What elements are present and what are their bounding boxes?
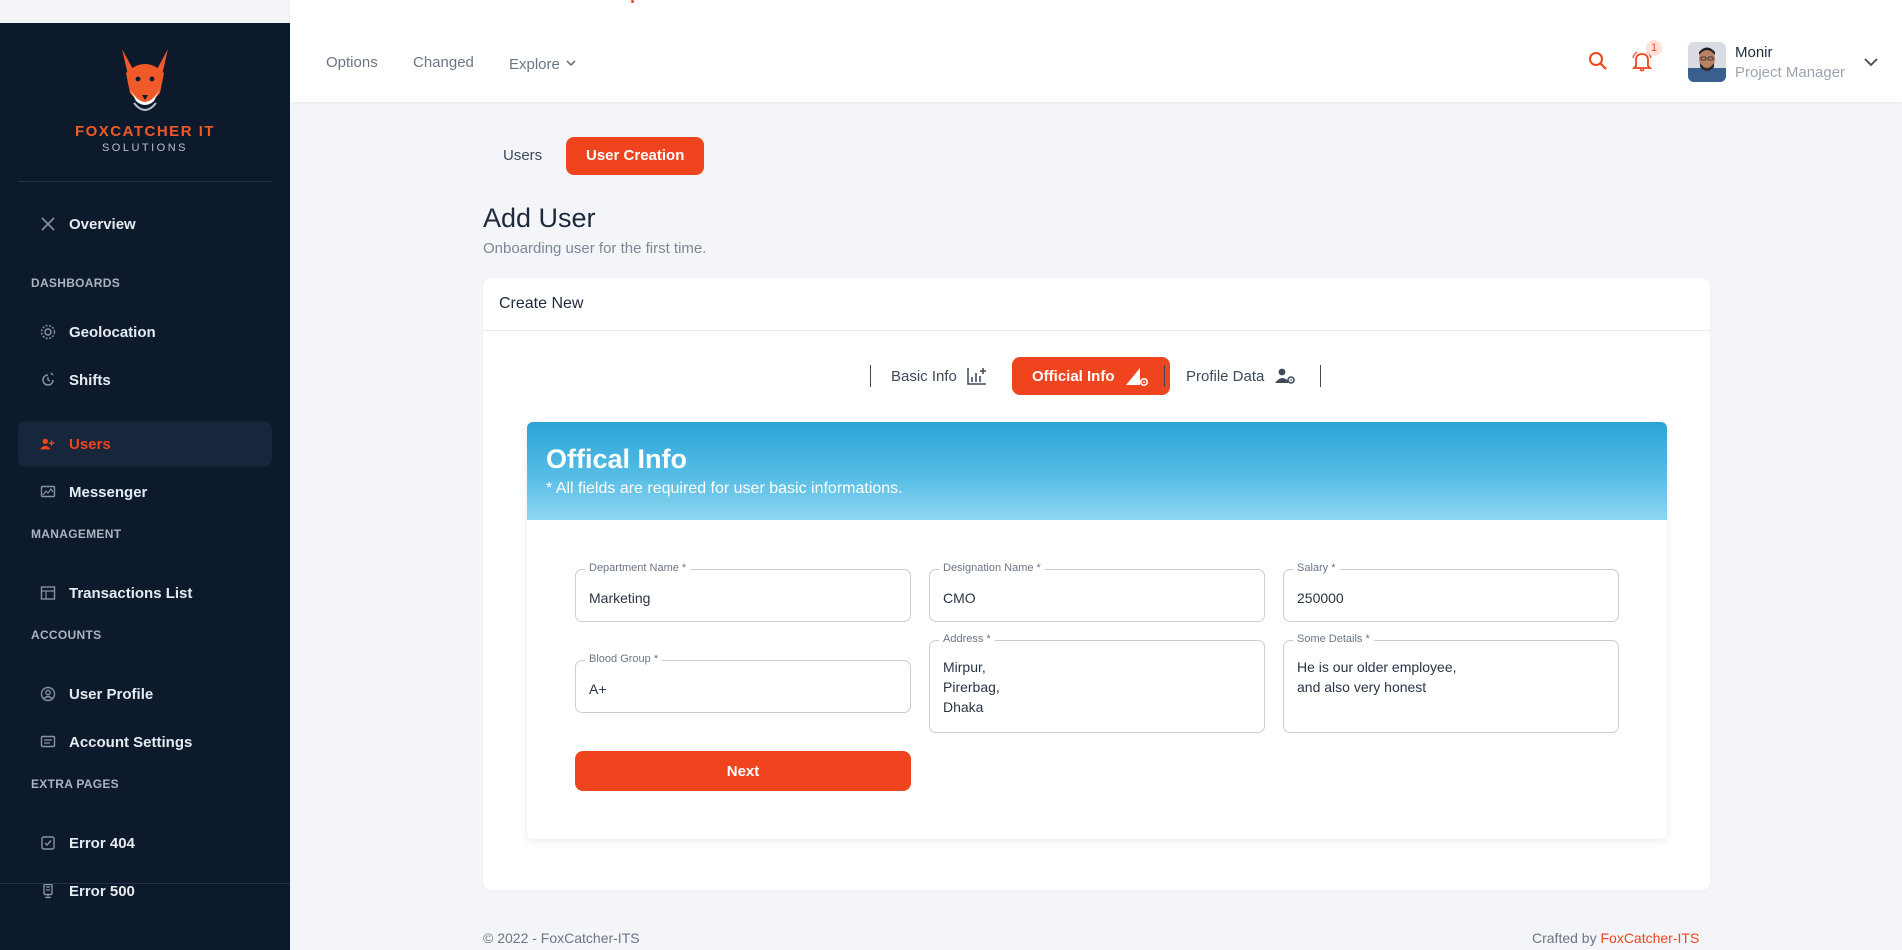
page-title: Add User: [483, 203, 596, 233]
banner: Offical Info * All fields are required f…: [527, 422, 1667, 520]
sidebar-item-label: Messenger: [69, 483, 148, 501]
sidebar-item-overview[interactable]: Overview: [18, 201, 272, 247]
salary-value: 250000: [1297, 590, 1344, 606]
blood-group-value: A+: [589, 681, 607, 697]
tab-user-creation[interactable]: User Creation: [566, 137, 705, 175]
top-header: Options Changed Explore 1 Monir Project …: [290, 0, 1902, 102]
department-field[interactable]: Department Name * Marketing: [575, 562, 911, 622]
sidebar-item-error-500[interactable]: Error 500: [18, 868, 272, 914]
sidebar-item-account-settings[interactable]: Account Settings: [18, 719, 272, 765]
step-label: Basic Info: [891, 367, 957, 385]
fox-logo: [122, 49, 168, 111]
chevron-down-icon: [566, 54, 576, 71]
banner-subtitle: * All fields are required for user basic…: [546, 480, 903, 497]
sidebar-item-label: Account Settings: [69, 733, 193, 751]
banner-title: Offical Info: [546, 444, 687, 474]
account-settings-icon: [40, 734, 56, 750]
error-404-icon: [40, 835, 56, 851]
footer-copyright: © 2022 - FoxCatcher-ITS: [483, 930, 640, 946]
sidebar-item-label: Users: [69, 435, 111, 453]
step-separator: [870, 365, 871, 387]
section-accounts: ACCOUNTS: [31, 628, 102, 642]
error-500-icon: [40, 883, 56, 899]
shifts-icon: [40, 372, 56, 388]
sidebar-item-user-profile[interactable]: User Profile: [18, 671, 272, 717]
red-dot: [631, 0, 634, 3]
details-field[interactable]: Some Details * He is our older employee,…: [1283, 633, 1619, 733]
card-title: Create New: [499, 295, 584, 312]
notification-badge: 1: [1646, 40, 1662, 56]
salary-field[interactable]: Salary * 250000: [1283, 562, 1619, 622]
sidebar-item-label: Overview: [69, 215, 136, 233]
designation-label: Designation Name *: [939, 562, 1045, 574]
step-label: Official Info: [1032, 367, 1115, 385]
details-value: He is our older employee, and also very …: [1297, 659, 1457, 695]
blood-group-label: Blood Group *: [585, 653, 663, 665]
user-role: Project Manager: [1735, 64, 1846, 81]
geolocation-icon: [40, 324, 56, 340]
sidebar-item-label: Error 500: [69, 882, 135, 900]
sidebar-divider: [18, 181, 272, 182]
details-label: Some Details *: [1293, 633, 1374, 645]
tab-users[interactable]: Users: [483, 137, 562, 175]
pen-gear-icon: [1125, 368, 1148, 387]
sidebar-item-label: Shifts: [69, 371, 111, 389]
sidebar-item-error-404[interactable]: Error 404: [18, 820, 272, 866]
salary-label: Salary *: [1293, 562, 1340, 574]
sidebar-item-messenger[interactable]: Messenger: [18, 469, 272, 515]
section-management: MANAGEMENT: [31, 527, 122, 541]
department-value: Marketing: [589, 590, 651, 606]
sidebar-item-label: Geolocation: [69, 323, 156, 341]
sidebar-bottom-divider: [0, 883, 290, 884]
step-separator: [1164, 365, 1165, 387]
top-link-options[interactable]: Options: [326, 54, 378, 71]
section-dashboards: DASHBOARDS: [31, 276, 121, 290]
blood-group-field[interactable]: Blood Group * A+: [575, 653, 911, 713]
footer-credit: Crafted by FoxCatcher-ITS: [1532, 930, 1699, 946]
sidebar-item-label: Error 404: [69, 834, 135, 852]
brand-name: FOXCATCHER IT: [74, 123, 216, 140]
search-icon[interactable]: [1587, 50, 1609, 72]
user-profile-icon: [40, 686, 56, 702]
address-field[interactable]: Address * Mirpur, Pirerbag, Dhaka: [929, 633, 1265, 733]
overview-icon: [40, 216, 56, 232]
chart-add-icon: [967, 368, 986, 385]
department-label: Department Name *: [585, 562, 691, 574]
designation-value: CMO: [943, 590, 976, 606]
user-name: Monir: [1735, 44, 1773, 61]
page-subtitle: Onboarding user for the first time.: [483, 240, 707, 257]
brand-subtitle: SOLUTIONS: [101, 142, 189, 154]
address-label: Address *: [939, 633, 995, 645]
top-link-changed[interactable]: Changed: [413, 54, 474, 71]
brand-logo[interactable]: FOXCATCHER IT SOLUTIONS: [0, 45, 290, 154]
section-extra-pages: EXTRA PAGES: [31, 777, 119, 791]
address-value: Mirpur, Pirerbag, Dhaka: [943, 659, 1000, 715]
footer-credit-link[interactable]: FoxCatcher-ITS: [1600, 930, 1699, 946]
next-button[interactable]: Next: [575, 751, 911, 791]
sidebar-item-label: User Profile: [69, 685, 154, 703]
sidebar-item-users[interactable]: Users: [18, 421, 272, 467]
footer-credit-prefix: Crafted by: [1532, 930, 1601, 946]
user-gear-icon: [1275, 368, 1296, 384]
step-label: Profile Data: [1186, 367, 1265, 385]
step-basic-info[interactable]: Basic Info: [879, 357, 1000, 395]
explore-label: Explore: [509, 56, 560, 73]
top-link-explore[interactable]: Explore: [509, 54, 576, 73]
sidebar-item-geolocation[interactable]: Geolocation: [18, 309, 272, 355]
sidebar-item-shifts[interactable]: Shifts: [18, 357, 272, 403]
card-header: Create New: [483, 278, 1710, 331]
avatar[interactable]: [1688, 42, 1726, 82]
step-profile-data[interactable]: Profile Data: [1174, 357, 1309, 395]
sidebar: FOXCATCHER IT SOLUTIONS Overview DASHBOA…: [0, 23, 290, 950]
sidebar-item-label: Transactions List: [69, 584, 193, 602]
user-menu-chevron-down-icon[interactable]: [1864, 54, 1878, 72]
step-official-info[interactable]: Official Info: [1012, 357, 1170, 395]
designation-field[interactable]: Designation Name * CMO: [929, 562, 1265, 622]
transactions-icon: [40, 585, 56, 601]
messenger-icon: [40, 484, 56, 500]
sidebar-item-transactions[interactable]: Transactions List: [18, 570, 272, 616]
users-icon: [40, 436, 56, 452]
step-separator: [1320, 365, 1321, 387]
